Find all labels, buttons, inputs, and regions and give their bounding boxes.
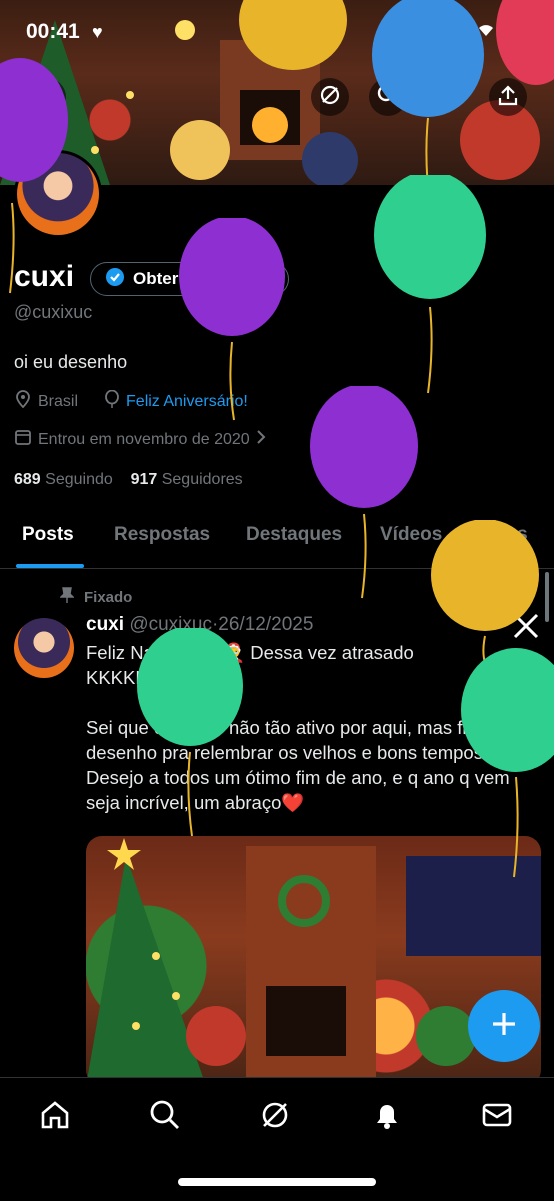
following-label: Seguindo (45, 471, 113, 488)
tweet-author[interactable]: cuxi (86, 614, 124, 635)
back-button[interactable] (28, 78, 66, 116)
followers-count: 917 (130, 471, 158, 488)
messages-icon (481, 1099, 513, 1136)
nav-home[interactable] (38, 1100, 72, 1134)
nav-search[interactable] (148, 1100, 182, 1134)
balloon-green-right (374, 175, 486, 394)
joined-text: Entrou em novembro de 2020 (38, 430, 250, 448)
chevron-right-icon (256, 429, 266, 450)
tab-replies[interactable]: Respostas (114, 524, 210, 546)
pin-icon (59, 586, 75, 608)
nav-grok[interactable] (258, 1100, 292, 1134)
get-verified-label: Obter verificação (133, 269, 272, 288)
tab-photos[interactable]: Fotos (476, 524, 528, 546)
scrollbar[interactable] (545, 572, 549, 622)
tab-videos[interactable]: Vídeos (380, 524, 442, 546)
calendar-icon (14, 428, 32, 451)
tab-posts[interactable]: Posts (22, 524, 74, 546)
search-icon (149, 1099, 181, 1136)
avatar-image (17, 153, 99, 235)
wifi-icon (476, 22, 496, 43)
tweet-line-1: Feliz Natal!!! 🎄 🤶 Dessa vez atrasado (86, 642, 414, 663)
tweet-image[interactable] (86, 836, 541, 1086)
heart-status-icon: ♥ (92, 22, 103, 42)
status-right: 11 (476, 22, 534, 43)
following-link[interactable]: 689 Seguindo (14, 471, 113, 488)
joined-row[interactable]: Entrou em novembro de 2020 (14, 428, 266, 451)
tab-highlights[interactable]: Destaques (246, 524, 342, 546)
balloon-icon (104, 389, 120, 413)
tweet-handle: @cuxixuc (129, 614, 212, 635)
home-icon (39, 1099, 71, 1136)
get-verified-button[interactable]: Obter verificação (90, 262, 289, 296)
followers-label: Seguidores (161, 471, 243, 488)
location-icon (14, 390, 32, 413)
battery-indicator: 11 (504, 23, 534, 42)
grok-icon (259, 1099, 291, 1136)
pinned-indicator: Fixado (59, 586, 133, 608)
tweet-text: Feliz Natal!!! 🎄 🤶 Dessa vez atrasado KK… (86, 640, 541, 815)
home-indicator (178, 1178, 376, 1186)
grok-icon (319, 84, 341, 111)
profile-avatar[interactable] (14, 150, 102, 238)
location-text: Brasil (38, 392, 79, 410)
tweet-line-2: KKKKKKK (86, 667, 173, 688)
following-count: 689 (14, 471, 41, 488)
tweet-line-3: Sei que continuo não tão ativo por aqui,… (86, 717, 520, 813)
search-button[interactable] (369, 78, 407, 116)
back-arrow-icon (37, 85, 57, 110)
tweet-avatar[interactable] (14, 618, 74, 678)
birthday-link[interactable]: Feliz Aniversário! (126, 393, 248, 411)
profile-handle: @cuxixuc (14, 302, 93, 322)
follow-counts: 689 Seguindo 917 Seguidores (14, 471, 243, 489)
grok-button[interactable] (311, 78, 349, 116)
verified-badge-icon (105, 267, 125, 292)
plus-icon (490, 1010, 518, 1043)
tweet-image-artwork (86, 838, 541, 1086)
pinned-label: Fixado (84, 588, 133, 606)
share-icon (497, 84, 519, 111)
profile-tabs: Posts Respostas Destaques Vídeos Fotos (0, 510, 554, 569)
display-name: cuxi (14, 260, 75, 293)
profile-meta-row: Brasil Feliz Aniversário! (14, 389, 248, 413)
tweet-date: 26/12/2025 (218, 614, 314, 635)
status-time: 00:41 (26, 20, 80, 43)
profile-bio: oi eu desenho (14, 352, 128, 372)
nav-messages[interactable] (480, 1100, 514, 1134)
notifications-icon (371, 1099, 403, 1136)
compose-button[interactable] (468, 990, 540, 1062)
share-button[interactable] (489, 78, 527, 116)
tweet-header: cuxi @cuxixuc·26/12/2025 (86, 614, 313, 636)
search-icon (377, 84, 399, 111)
followers-link[interactable]: 917 Seguidores (131, 471, 243, 488)
active-tab-indicator (16, 564, 84, 568)
nav-notifications[interactable] (370, 1100, 404, 1134)
